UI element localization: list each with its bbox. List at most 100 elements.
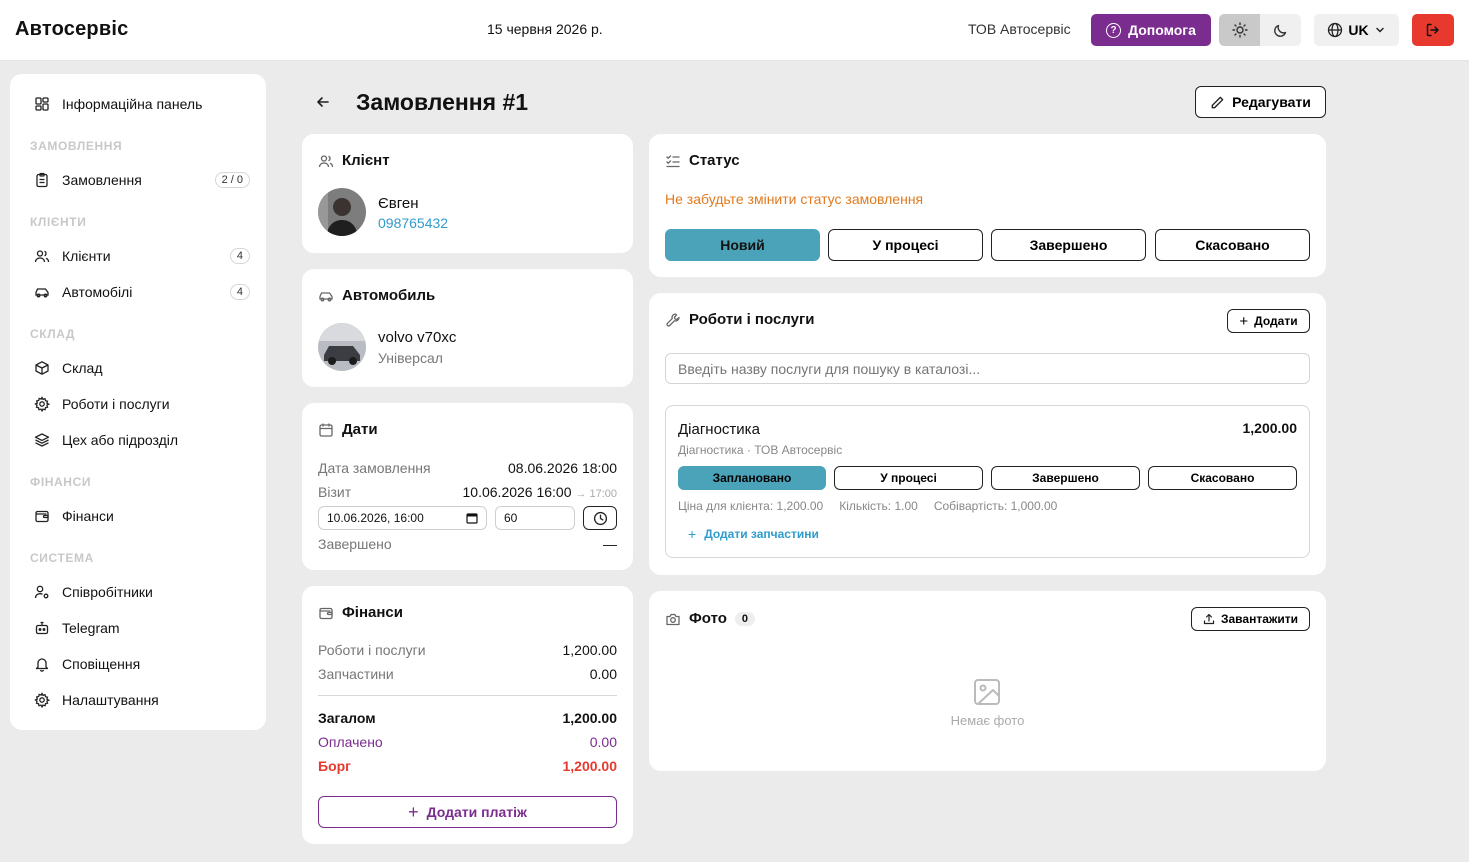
section-finance: ФІНАНСИ bbox=[30, 475, 92, 489]
sun-icon bbox=[1231, 22, 1248, 38]
service-status-cancelled-button[interactable]: Скасовано bbox=[1148, 466, 1297, 490]
sidebar-item-employees[interactable]: Співробітники bbox=[30, 579, 250, 605]
orders-badge: 2 / 0 bbox=[214, 172, 250, 188]
client-avatar[interactable] bbox=[318, 188, 366, 236]
help-label: Допомога bbox=[1128, 22, 1196, 38]
section-clients: КЛІЄНТИ bbox=[30, 215, 87, 229]
sidebar-item-cars[interactable]: Автомобілі 4 bbox=[30, 279, 250, 305]
completed-value: — bbox=[603, 536, 617, 552]
calendar-icon bbox=[466, 513, 478, 524]
clipboard-icon bbox=[34, 172, 50, 188]
theme-switcher bbox=[1219, 14, 1301, 46]
sidebar-item-dashboard[interactable]: Інформаційна панель bbox=[30, 91, 250, 117]
finance-total-value: 1,200.00 bbox=[562, 710, 618, 726]
language-selector[interactable]: UK bbox=[1314, 14, 1399, 46]
company-name: ТОВ Автосервіс bbox=[968, 21, 1071, 37]
finance-divider bbox=[318, 695, 617, 696]
sidebar-item-label: Сповіщення bbox=[62, 656, 141, 672]
bell-icon bbox=[34, 656, 50, 672]
current-date: 15 червня 2026 р. bbox=[487, 21, 603, 37]
add-parts-link[interactable]: + Додати запчастини bbox=[688, 526, 819, 542]
photos-card-title: Фото 0 bbox=[665, 610, 756, 627]
service-status-in-progress-button[interactable]: У процесі bbox=[834, 466, 983, 490]
car-body-type: Універсал bbox=[378, 350, 443, 366]
back-button[interactable] bbox=[314, 93, 332, 111]
finance-card: Фінанси Роботи і послуги 1,200.00 Запчас… bbox=[302, 586, 633, 844]
sidebar-item-services[interactable]: Роботи і послуги bbox=[30, 391, 250, 417]
order-date-row: Дата замовлення 08.06.2026 18:00 bbox=[318, 460, 617, 476]
add-parts-label: Додати запчастини bbox=[704, 527, 819, 541]
sidebar-item-finance[interactable]: Фінанси bbox=[30, 503, 250, 529]
section-orders: ЗАМОВЛЕННЯ bbox=[30, 139, 123, 153]
status-new-button[interactable]: Новий bbox=[665, 229, 820, 261]
service-cost: Собівартість: 1,000.00 bbox=[933, 499, 1058, 513]
duration-input[interactable]: 60 bbox=[495, 506, 575, 530]
completed-row: Завершено — bbox=[318, 536, 617, 552]
service-status-completed-button[interactable]: Завершено bbox=[991, 466, 1140, 490]
add-payment-button[interactable]: + Додати платіж bbox=[318, 796, 617, 828]
list-checks-icon bbox=[665, 153, 681, 169]
car-model: volvo v70xc bbox=[378, 329, 457, 346]
dashboard-icon bbox=[34, 96, 50, 112]
visit-label: Візит bbox=[318, 484, 352, 500]
time-picker-button[interactable] bbox=[583, 506, 617, 530]
sidebar-item-clients[interactable]: Клієнти 4 bbox=[30, 243, 250, 269]
dark-theme-button[interactable] bbox=[1260, 14, 1301, 46]
image-placeholder-icon bbox=[972, 677, 1002, 710]
client-phone[interactable]: 098765432 bbox=[378, 215, 448, 231]
service-status-planned-button[interactable]: Заплановано bbox=[678, 466, 826, 490]
camera-icon bbox=[665, 611, 681, 627]
visit-value: 10.06.2026 16:00 bbox=[462, 484, 572, 500]
services-title-label: Роботи і послуги bbox=[689, 311, 815, 328]
upload-photo-button[interactable]: Завантажити bbox=[1191, 607, 1310, 631]
sidebar-item-telegram[interactable]: Telegram bbox=[30, 615, 250, 641]
order-date-value: 08.06.2026 18:00 bbox=[508, 460, 617, 476]
language-label: UK bbox=[1348, 22, 1369, 38]
arrow-left-icon bbox=[317, 97, 329, 107]
client-title-label: Клієнт bbox=[342, 152, 390, 169]
car-avatar[interactable] bbox=[318, 323, 366, 371]
photos-title-label: Фото bbox=[689, 610, 727, 627]
sidebar-item-workshop[interactable]: Цех або підрозділ bbox=[30, 427, 250, 453]
sidebar-item-orders[interactable]: Замовлення 2 / 0 bbox=[30, 167, 250, 193]
edit-button[interactable]: Редагувати bbox=[1195, 86, 1326, 118]
photos-count-badge: 0 bbox=[734, 611, 756, 626]
help-button[interactable]: ? Допомога bbox=[1091, 14, 1211, 46]
logout-button[interactable] bbox=[1412, 14, 1454, 46]
brand-logo[interactable]: Автосервіс bbox=[15, 18, 128, 41]
client-name: Євген bbox=[378, 195, 419, 212]
plus-icon: + bbox=[688, 526, 697, 542]
add-payment-label: Додати платіж bbox=[426, 804, 527, 820]
cars-badge: 4 bbox=[229, 284, 250, 300]
wrench-icon bbox=[665, 312, 681, 328]
users-icon bbox=[318, 153, 334, 169]
sidebar-item-label: Співробітники bbox=[62, 584, 153, 600]
visit-value-group: 10.06.2026 16:00 → 17:00 bbox=[463, 484, 617, 500]
status-reminder: Не забудьте змінити статус замовлення bbox=[665, 191, 924, 207]
status-in-progress-button[interactable]: У процесі bbox=[828, 229, 983, 261]
service-item-name: Діагностика bbox=[678, 421, 760, 438]
services-card: Роботи і послуги + Додати Діагностика 1,… bbox=[649, 293, 1326, 575]
sidebar-item-label: Налаштування bbox=[62, 692, 159, 708]
finance-total-label: Загалом bbox=[318, 710, 376, 726]
service-client-price: Ціна для клієнта: 1,200.00 bbox=[678, 499, 824, 513]
visit-datetime-input[interactable]: 10.06.2026, 16:00 bbox=[318, 506, 487, 530]
status-cancelled-button[interactable]: Скасовано bbox=[1155, 229, 1310, 261]
clients-badge: 4 bbox=[229, 248, 250, 264]
client-card: Клієнт Євген 098765432 bbox=[302, 134, 633, 253]
light-theme-button[interactable] bbox=[1219, 14, 1260, 46]
service-item-meta: Ціна для клієнта: 1,200.00 Кількість: 1.… bbox=[678, 499, 1057, 513]
sidebar-item-warehouse[interactable]: Склад bbox=[30, 355, 250, 381]
service-item: Діагностика 1,200.00 Діагностика · ТОВ А… bbox=[665, 405, 1310, 558]
finance-paid-label: Оплачено bbox=[318, 734, 383, 750]
service-search-input[interactable] bbox=[665, 353, 1310, 384]
question-icon: ? bbox=[1106, 22, 1122, 38]
sidebar-item-settings[interactable]: Налаштування bbox=[30, 687, 250, 713]
sidebar-item-notifications[interactable]: Сповіщення bbox=[30, 651, 250, 677]
add-service-button[interactable]: + Додати bbox=[1227, 309, 1310, 333]
completed-label: Завершено bbox=[318, 536, 392, 552]
no-photos-text: Немає фото bbox=[950, 713, 1025, 728]
status-title-label: Статус bbox=[689, 152, 740, 169]
status-completed-button[interactable]: Завершено bbox=[991, 229, 1146, 261]
upload-icon bbox=[1203, 613, 1215, 625]
